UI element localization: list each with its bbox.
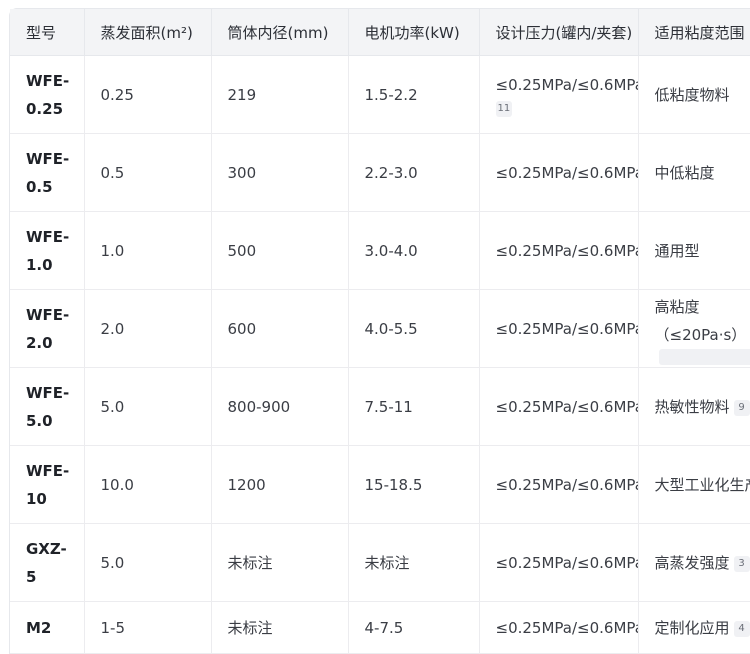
cell-area: 5.0: [84, 523, 212, 602]
cell-pressure: ≤0.25MPa/≤0.6MPa: [479, 601, 639, 654]
cell-area: 10.0: [84, 445, 212, 524]
cell-diameter: 300: [211, 133, 349, 212]
cell-area: 2.0: [84, 289, 212, 368]
table-row: WFE- 10 10.0 1200 15-18.5 ≤0.25MPa/≤0.6MP…: [10, 445, 750, 524]
cell-viscosity: 大型工业化生产: [638, 445, 750, 524]
spec-table-container: 型号 蒸发面积(m²) 筒体内径(mm) 电机功率(kW) 设计压力(罐内/夹套…: [9, 8, 750, 654]
cell-viscosity: 低粘度物料: [638, 55, 750, 134]
cell-pressure: ≤0.25MPa/≤0.6MPa: [479, 523, 639, 602]
cell-model: GXZ- 5: [10, 523, 85, 602]
table-row: WFE- 1.0 1.0 500 3.0-4.0 ≤0.25MPa/≤0.6MPa…: [10, 211, 750, 290]
cell-viscosity: 定制化应用 4: [638, 601, 750, 654]
header-design-pressure: 设计压力(罐内/夹套): [479, 9, 639, 56]
citation-badge[interactable]: 9: [733, 399, 750, 416]
citation-badge[interactable]: 11: [495, 101, 513, 117]
cell-diameter: 800-900: [211, 367, 349, 446]
cell-viscosity: 热敏性物料 9: [638, 367, 750, 446]
cell-diameter: 1200: [211, 445, 349, 524]
cell-model: M2: [10, 601, 85, 654]
cell-model: WFE- 1.0: [10, 211, 85, 290]
table-row: WFE- 5.0 5.0 800-900 7.5-11 ≤0.25MPa/≤0.6…: [10, 367, 750, 446]
table-row: WFE- 0.25 0.25 219 1.5-2.2 ≤0.25MPa/≤0.6M…: [10, 55, 750, 134]
cell-power: 7.5-11: [348, 367, 480, 446]
citation-badge[interactable]: 1: [658, 348, 750, 365]
table-row: WFE- 2.0 2.0 600 4.0-5.5 ≤0.25MPa/≤0.6MPa…: [10, 289, 750, 368]
cell-diameter: 未标注: [211, 523, 349, 602]
cell-model: WFE- 2.0: [10, 289, 85, 368]
header-viscosity-range: 适用粘度范围: [638, 9, 750, 56]
cell-model: WFE- 0.5: [10, 133, 85, 212]
citation-badge[interactable]: 3: [733, 555, 750, 572]
table-row: M2 1-5 未标注 4-7.5 ≤0.25MPa/≤0.6MPa 定制化应用 4: [10, 601, 750, 654]
cell-power: 4.0-5.5: [348, 289, 480, 368]
cell-model: WFE- 0.25: [10, 55, 85, 134]
cell-power: 未标注: [348, 523, 480, 602]
cell-diameter: 600: [211, 289, 349, 368]
cell-area: 0.5: [84, 133, 212, 212]
cell-model: WFE- 5.0: [10, 367, 85, 446]
cell-area: 0.25: [84, 55, 212, 134]
cell-pressure: ≤0.25MPa/≤0.6MPa: [479, 445, 639, 524]
cell-viscosity: 高蒸发强度 3: [638, 523, 750, 602]
cell-area: 1-5: [84, 601, 212, 654]
cell-viscosity: 通用型: [638, 211, 750, 290]
cell-viscosity: 高粘度 （≤20Pa·s）1: [638, 289, 750, 368]
header-inner-diameter: 筒体内径(mm): [211, 9, 349, 56]
table-viewport[interactable]: 型号 蒸发面积(m²) 筒体内径(mm) 电机功率(kW) 设计压力(罐内/夹套…: [9, 8, 750, 654]
cell-diameter: 219: [211, 55, 349, 134]
table-header-row: 型号 蒸发面积(m²) 筒体内径(mm) 电机功率(kW) 设计压力(罐内/夹套…: [10, 9, 750, 56]
cell-power: 3.0-4.0: [348, 211, 480, 290]
cell-pressure: ≤0.25MPa/≤0.6MPa: [479, 211, 639, 290]
cell-pressure: ≤0.25MPa/≤0.6MPa 11: [479, 55, 639, 134]
cell-power: 1.5-2.2: [348, 55, 480, 134]
cell-pressure: ≤0.25MPa/≤0.6MPa: [479, 289, 639, 368]
cell-pressure: ≤0.25MPa/≤0.6MPa: [479, 133, 639, 212]
cell-viscosity: 中低粘度: [638, 133, 750, 212]
cell-diameter: 未标注: [211, 601, 349, 654]
cell-power: 4-7.5: [348, 601, 480, 654]
cell-area: 1.0: [84, 211, 212, 290]
cell-area: 5.0: [84, 367, 212, 446]
table-row: GXZ- 5 5.0 未标注 未标注 ≤0.25MPa/≤0.6MPa 高蒸发强度…: [10, 523, 750, 602]
cell-model: WFE- 10: [10, 445, 85, 524]
table-row: WFE- 0.5 0.5 300 2.2-3.0 ≤0.25MPa/≤0.6MPa…: [10, 133, 750, 212]
citation-badge[interactable]: 4: [733, 620, 750, 637]
spec-table: 型号 蒸发面积(m²) 筒体内径(mm) 电机功率(kW) 设计压力(罐内/夹套…: [10, 9, 750, 654]
cell-power: 15-18.5: [348, 445, 480, 524]
header-model: 型号: [10, 9, 85, 56]
header-evaporation-area: 蒸发面积(m²): [84, 9, 212, 56]
cell-diameter: 500: [211, 211, 349, 290]
header-motor-power: 电机功率(kW): [348, 9, 480, 56]
cell-power: 2.2-3.0: [348, 133, 480, 212]
cell-pressure: ≤0.25MPa/≤0.6MPa: [479, 367, 639, 446]
